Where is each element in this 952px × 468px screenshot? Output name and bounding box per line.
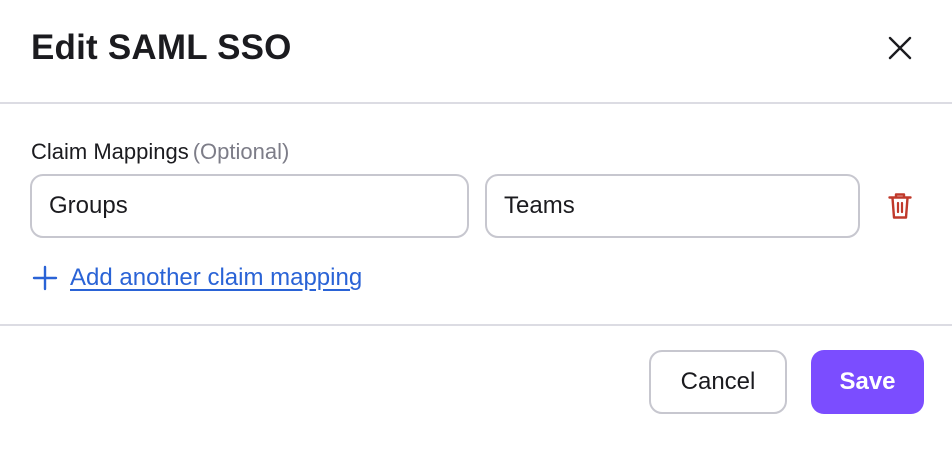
claim-name-input[interactable] (30, 174, 469, 238)
add-claim-mapping-text: Add another claim mapping (70, 264, 363, 291)
add-claim-mapping-link[interactable]: Add another claim mapping (32, 262, 362, 294)
close-button[interactable] (880, 28, 920, 68)
dialog-title: Edit SAML SSO (31, 28, 292, 67)
edit-saml-sso-dialog: Edit SAML SSO Claim Mappings(Optional) (0, 0, 952, 468)
optional-label: (Optional) (192, 139, 290, 164)
dialog-header: Edit SAML SSO (0, 0, 952, 104)
claim-mappings-title: Claim Mappings (31, 139, 189, 164)
delete-mapping-button[interactable] (884, 190, 916, 222)
plus-icon (32, 265, 58, 291)
close-icon (888, 36, 912, 60)
dialog-footer: Cancel Save (0, 326, 952, 466)
dialog-body: Claim Mappings(Optional) Add another cla… (0, 104, 952, 326)
claim-mappings-label: Claim Mappings (Optional) (31, 139, 289, 165)
cancel-button[interactable]: Cancel (649, 350, 787, 414)
save-button[interactable]: Save (811, 350, 924, 414)
claim-value-input[interactable] (485, 174, 860, 238)
trash-icon (888, 193, 912, 219)
